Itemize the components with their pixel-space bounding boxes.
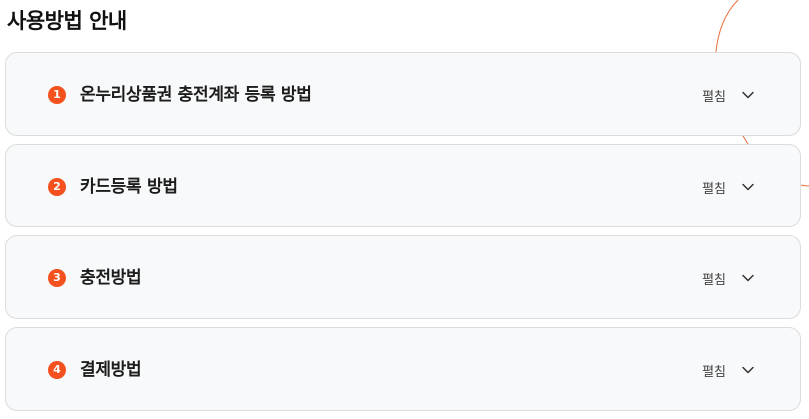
expand-label: 펼침 bbox=[702, 364, 726, 380]
accordion-item-charging[interactable]: 3 충전방법 펼침 bbox=[5, 235, 801, 319]
chevron-down-icon bbox=[742, 366, 754, 374]
expand-toggle[interactable]: 펼침 bbox=[702, 358, 755, 382]
step-number-badge: 3 bbox=[48, 269, 66, 287]
expand-label: 펼침 bbox=[702, 89, 726, 105]
chevron-down-icon bbox=[742, 183, 754, 191]
step-number-badge: 2 bbox=[48, 178, 66, 196]
expand-toggle[interactable]: 펼침 bbox=[702, 175, 755, 199]
accordion-item-title: 온누리상품권 충전계좌 등록 방법 bbox=[80, 85, 312, 105]
chevron-down-icon bbox=[742, 274, 754, 282]
page-title: 사용방법 안내 bbox=[7, 9, 127, 33]
step-number-badge: 1 bbox=[48, 86, 66, 104]
expand-label: 펼침 bbox=[702, 181, 726, 197]
expand-label: 펼침 bbox=[702, 272, 726, 288]
accordion-item-title: 결제방법 bbox=[80, 360, 142, 380]
accordion-item-title: 카드등록 방법 bbox=[80, 177, 178, 197]
accordion-item-account-registration[interactable]: 1 온누리상품권 충전계좌 등록 방법 펼침 bbox=[5, 52, 801, 136]
chevron-down-icon bbox=[742, 91, 754, 99]
expand-toggle[interactable]: 펼침 bbox=[702, 266, 755, 290]
accordion-item-payment[interactable]: 4 결제방법 펼침 bbox=[5, 327, 801, 411]
step-number-badge: 4 bbox=[48, 361, 66, 379]
accordion-item-card-registration[interactable]: 2 카드등록 방법 펼침 bbox=[5, 144, 801, 227]
expand-toggle[interactable]: 펼침 bbox=[702, 83, 755, 107]
usage-guide-accordion: 1 온누리상품권 충전계좌 등록 방법 펼침 2 카드등록 방법 펼침 3 충전… bbox=[5, 52, 801, 419]
accordion-item-title: 충전방법 bbox=[80, 268, 142, 288]
